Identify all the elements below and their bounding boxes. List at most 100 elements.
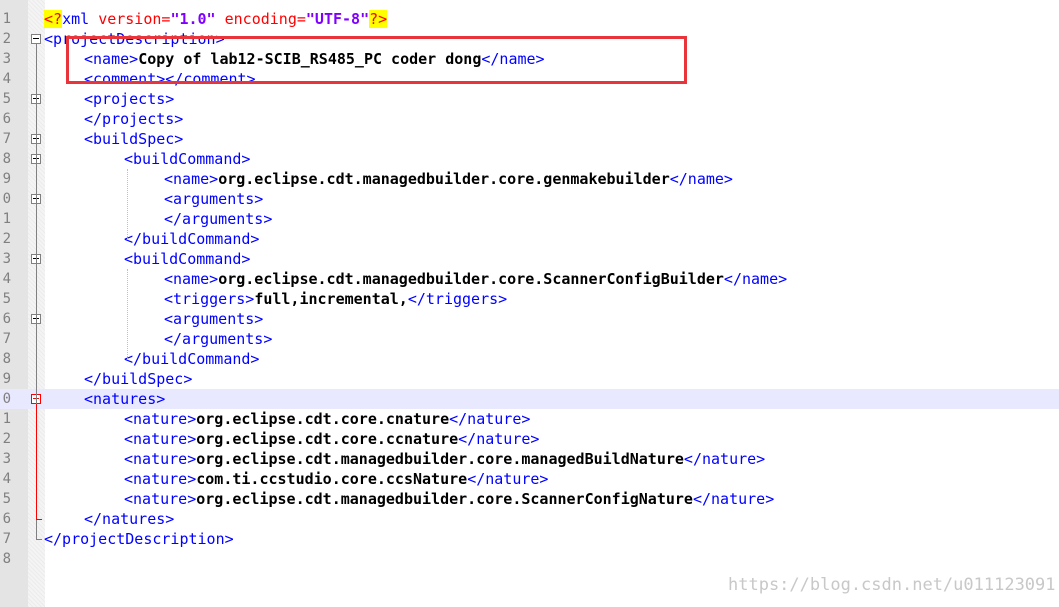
code-token: </name> <box>669 170 733 188</box>
line-number: 2 <box>2 31 11 47</box>
code-line[interactable]: 8 </buildCommand> <box>0 349 1059 369</box>
code-token: </nature> <box>692 490 775 508</box>
code-token: full,incremental, <box>254 290 408 308</box>
code-token: com.ti.ccstudio.core.ccsNature <box>196 470 468 488</box>
line-number: 3 <box>2 51 11 67</box>
code-token: <nature> <box>124 470 197 488</box>
code-token: </nature> <box>458 430 540 448</box>
code-token: <nature> <box>124 450 197 468</box>
line-number: 2 <box>2 431 11 447</box>
code-token: </triggers> <box>407 290 508 308</box>
code-text: <buildCommand> <box>124 249 250 269</box>
code-token: </nature> <box>467 470 549 488</box>
line-number: 7 <box>2 331 11 347</box>
code-token: </projectDescription> <box>44 530 234 548</box>
code-line[interactable]: 4 <nature>com.ti.ccstudio.core.ccsNature<… <box>0 469 1059 489</box>
code-text: <arguments> <box>164 189 263 209</box>
code-token: </arguments> <box>164 210 273 228</box>
collapse-icon[interactable] <box>31 34 41 44</box>
code-text: <nature>org.eclipse.cdt.managedbuilder.c… <box>124 489 774 509</box>
line-number: 9 <box>2 371 11 387</box>
code-token: org.eclipse.cdt.managedbuilder.core.mana… <box>196 450 684 468</box>
code-line[interactable]: 3 <nature>org.eclipse.cdt.managedbuilder.… <box>0 449 1059 469</box>
code-text: </projectDescription> <box>44 529 234 549</box>
code-line[interactable]: 5 <triggers>full,incremental,</triggers> <box>0 289 1059 309</box>
code-line[interactable]: 0 <natures> <box>0 389 1059 409</box>
line-number: 6 <box>2 111 11 127</box>
code-line[interactable]: 1 </arguments> <box>0 209 1059 229</box>
line-number: 4 <box>2 271 11 287</box>
code-token: ?> <box>369 10 388 28</box>
code-token: <buildCommand> <box>124 150 251 168</box>
fold-end <box>36 539 42 540</box>
code-token: org.eclipse.cdt.managedbuilder.core.Scan… <box>196 490 693 508</box>
code-line[interactable]: 2 <nature>org.eclipse.cdt.core.ccnature</… <box>0 429 1059 449</box>
code-text: </arguments> <box>164 209 272 229</box>
code-token: <arguments> <box>164 190 264 208</box>
code-token: </name> <box>723 270 788 288</box>
line-number: 8 <box>2 151 11 167</box>
code-token: <buildCommand> <box>124 250 251 268</box>
code-line[interactable]: 3 <buildCommand> <box>0 249 1059 269</box>
line-number: 2 <box>2 231 11 247</box>
code-token: <nature> <box>124 430 197 448</box>
code-token: </buildCommand> <box>124 230 260 248</box>
code-line[interactable]: 1 <nature>org.eclipse.cdt.core.cnature</n… <box>0 409 1059 429</box>
code-token: <name> <box>164 270 219 288</box>
code-line[interactable]: 9 <name>org.eclipse.cdt.managedbuilder.co… <box>0 169 1059 189</box>
code-text: <nature>org.eclipse.cdt.core.cnature</na… <box>124 409 530 429</box>
code-text: <name>org.eclipse.cdt.managedbuilder.cor… <box>164 269 787 289</box>
code-line[interactable]: 4 <name>org.eclipse.cdt.managedbuilder.co… <box>0 269 1059 289</box>
code-token: <arguments> <box>164 310 264 328</box>
code-text: <projects> <box>84 89 174 109</box>
code-line[interactable]: 2 </buildCommand> <box>0 229 1059 249</box>
code-token: </buildSpec> <box>84 370 193 388</box>
code-token: </natures> <box>84 510 175 528</box>
code-token: <natures> <box>84 390 166 408</box>
code-text: </arguments> <box>164 329 272 349</box>
code-line[interactable]: 0 <arguments> <box>0 189 1059 209</box>
code-line[interactable]: 5 <projects> <box>0 89 1059 109</box>
code-text: <?xml version="1.0" encoding="UTF-8"?> <box>44 9 388 29</box>
code-token: encoding= <box>215 10 306 28</box>
code-text: <natures> <box>84 389 165 409</box>
code-token: org.eclipse.cdt.managedbuilder.core.Scan… <box>218 270 724 288</box>
code-line[interactable]: 6 </natures> <box>0 509 1059 529</box>
line-number: 3 <box>2 251 11 267</box>
indent-guide <box>127 269 128 359</box>
code-line[interactable]: 7 <buildSpec> <box>0 129 1059 149</box>
code-line[interactable]: 6 </projects> <box>0 109 1059 129</box>
code-text: <nature>org.eclipse.cdt.managedbuilder.c… <box>124 449 765 469</box>
code-text: </buildCommand> <box>124 229 259 249</box>
highlight-box <box>66 36 687 84</box>
code-text: <nature>org.eclipse.cdt.core.ccnature</n… <box>124 429 539 449</box>
code-line[interactable]: 7 </projectDescription> <box>0 529 1059 549</box>
code-token: </buildCommand> <box>124 350 260 368</box>
code-text: <arguments> <box>164 309 263 329</box>
indent-guide <box>127 169 128 239</box>
line-number: 5 <box>2 91 11 107</box>
code-line[interactable]: 8 <buildCommand> <box>0 149 1059 169</box>
code-token: <nature> <box>124 410 197 428</box>
code-token: <triggers> <box>164 290 255 308</box>
code-token: <nature> <box>124 490 197 508</box>
line-number: 4 <box>2 71 11 87</box>
code-line[interactable]: 9 </buildSpec> <box>0 369 1059 389</box>
line-number: 1 <box>2 411 11 427</box>
code-token: "UTF-8" <box>305 10 370 28</box>
code-text: <triggers>full,incremental,</triggers> <box>164 289 507 309</box>
code-token: version= <box>98 10 171 28</box>
code-text: </natures> <box>84 509 174 529</box>
line-number: 8 <box>2 351 11 367</box>
line-number: 9 <box>2 171 11 187</box>
code-line[interactable]: 1 <?xml version="1.0" encoding="UTF-8"?> <box>0 9 1059 29</box>
code-line[interactable]: 8 <box>0 549 1059 569</box>
code-line[interactable]: 5 <nature>org.eclipse.cdt.managedbuilder.… <box>0 489 1059 509</box>
line-number: 6 <box>2 511 11 527</box>
line-number: 5 <box>2 491 11 507</box>
code-line[interactable]: 7 </arguments> <box>0 329 1059 349</box>
code-token: <buildSpec> <box>84 130 184 148</box>
line-number: 7 <box>2 131 11 147</box>
code-text: <name>org.eclipse.cdt.managedbuilder.cor… <box>164 169 733 189</box>
code-line[interactable]: 6 <arguments> <box>0 309 1059 329</box>
